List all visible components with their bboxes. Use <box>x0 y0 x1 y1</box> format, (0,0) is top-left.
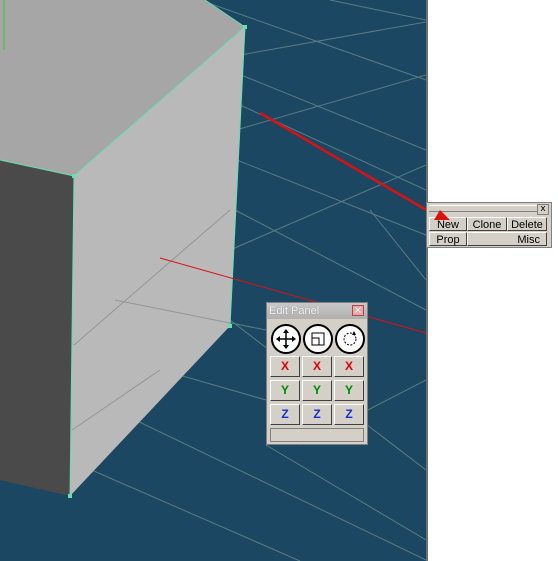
delete-button[interactable]: Delete <box>507 217 547 231</box>
rotate-z-button[interactable]: Z <box>334 404 364 425</box>
rotate-tool-icon <box>343 331 357 346</box>
3d-viewport[interactable] <box>0 0 426 561</box>
toolbar-close-button[interactable]: x <box>537 204 549 215</box>
move-z-button[interactable]: Z <box>270 404 300 425</box>
rotate-tool-button[interactable] <box>335 324 365 354</box>
rotate-y-button[interactable]: Y <box>334 380 364 401</box>
object-list-panel[interactable] <box>426 0 558 561</box>
annotation-arrowhead <box>434 210 450 220</box>
scale-tool-button[interactable] <box>303 324 333 354</box>
scale-z-button[interactable]: Z <box>302 404 332 425</box>
clone-button[interactable]: Clone <box>467 217 507 231</box>
move-tool-icon <box>276 329 296 349</box>
move-tool-button[interactable] <box>271 324 301 354</box>
scale-tool-icon <box>311 332 325 346</box>
move-y-button[interactable]: Y <box>270 380 300 401</box>
misc-button[interactable]: Misc <box>467 232 547 246</box>
scale-y-button[interactable]: Y <box>302 380 332 401</box>
rotate-x-button[interactable]: X <box>334 356 364 377</box>
edit-panel-status-field <box>270 428 364 442</box>
scale-x-button[interactable]: X <box>302 356 332 377</box>
edit-panel: Edit Panel × X X X Y Y Y Z Z Z <box>266 302 368 445</box>
edit-panel-close-button[interactable]: × <box>352 305 364 316</box>
cube-side-face <box>0 160 74 496</box>
viewport-scene <box>0 0 426 561</box>
prop-button[interactable]: Prop <box>429 232 467 246</box>
move-x-button[interactable]: X <box>270 356 300 377</box>
